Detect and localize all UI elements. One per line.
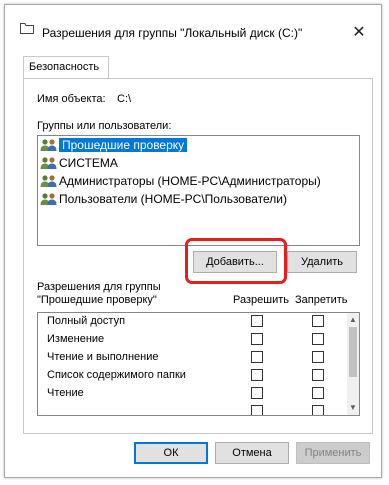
users-icon: [40, 193, 57, 205]
remove-button[interactable]: Удалить: [287, 251, 357, 273]
permission-name: Чтение: [47, 387, 84, 399]
cancel-button[interactable]: Отмена: [215, 442, 289, 464]
list-item[interactable]: Прошедшие проверку: [40, 137, 357, 154]
list-item-label: Прошедшие проверку: [59, 138, 188, 152]
permission-row: Чтение: [38, 385, 348, 404]
tab-security[interactable]: Безопасность: [23, 56, 109, 78]
scroll-up-icon[interactable]: ▲: [347, 314, 359, 326]
list-item[interactable]: Администраторы (HOME-PC\Администраторы): [40, 173, 357, 190]
scroll-thumb[interactable]: [349, 327, 357, 377]
permissions-table: Полный доступ Изменение Чтение и выполне…: [37, 312, 360, 416]
allow-checkbox[interactable]: [251, 405, 263, 415]
permission-row: [38, 403, 348, 415]
folder-icon: [20, 23, 34, 34]
groups-listbox[interactable]: Прошедшие проверку СИСТЕМА Администратор…: [37, 135, 360, 246]
permissions-group-name: "Прошедшие проверку": [37, 294, 157, 306]
permission-row: Полный доступ: [38, 313, 348, 332]
groups-label: Группы или пользователи:: [37, 120, 172, 132]
object-name-value: C:\: [117, 93, 132, 105]
permissions-header: Разрешения для группы: [37, 281, 161, 293]
allow-checkbox[interactable]: [251, 333, 263, 345]
close-button[interactable]: ✕: [351, 25, 367, 41]
permission-row: Чтение и выполнение: [38, 349, 348, 368]
allow-column-header: Разрешить: [233, 294, 289, 306]
users-icon: [40, 157, 57, 169]
allow-checkbox[interactable]: [251, 315, 263, 327]
permission-name: Чтение и выполнение: [47, 351, 159, 363]
users-icon: [40, 175, 57, 187]
list-item-label: Администраторы (HOME-PC\Администраторы): [59, 174, 321, 188]
scroll-down-icon[interactable]: ▼: [347, 402, 359, 414]
list-item[interactable]: Пользователи (HOME-PC\Пользователи): [40, 191, 357, 208]
permission-name: Полный доступ: [47, 315, 126, 327]
permission-name: Изменение: [47, 333, 105, 345]
allow-checkbox[interactable]: [251, 351, 263, 363]
deny-checkbox[interactable]: [312, 387, 324, 399]
title-bar[interactable]: Разрешения для группы "Локальный диск (C…: [5, 5, 381, 45]
users-icon: [40, 139, 57, 151]
permission-name: Список содержимого папки: [47, 369, 186, 381]
allow-checkbox[interactable]: [251, 387, 263, 399]
security-panel: Имя объекта: C:\ Группы или пользователи…: [23, 78, 373, 434]
deny-checkbox[interactable]: [312, 333, 324, 345]
ok-button[interactable]: ОК: [134, 442, 208, 464]
list-item-label: СИСТЕМА: [59, 156, 118, 170]
allow-checkbox[interactable]: [251, 369, 263, 381]
permission-row: Изменение: [38, 331, 348, 350]
deny-checkbox[interactable]: [312, 315, 324, 327]
add-button[interactable]: Добавить...: [193, 251, 277, 273]
apply-button[interactable]: Применить: [296, 442, 370, 464]
list-item[interactable]: СИСТЕМА: [40, 155, 357, 172]
deny-column-header: Запретить: [295, 294, 348, 306]
deny-checkbox[interactable]: [312, 351, 324, 363]
object-name-label: Имя объекта:: [37, 93, 106, 105]
deny-checkbox[interactable]: [312, 405, 324, 415]
permission-row: Список содержимого папки: [38, 367, 348, 386]
permissions-scrollbar[interactable]: ▲ ▼: [347, 313, 359, 415]
list-item-label: Пользователи (HOME-PC\Пользователи): [59, 192, 287, 206]
deny-checkbox[interactable]: [312, 369, 324, 381]
dialog-title: Разрешения для группы "Локальный диск (C…: [42, 26, 303, 40]
permissions-dialog: Разрешения для группы "Локальный диск (C…: [4, 4, 382, 478]
